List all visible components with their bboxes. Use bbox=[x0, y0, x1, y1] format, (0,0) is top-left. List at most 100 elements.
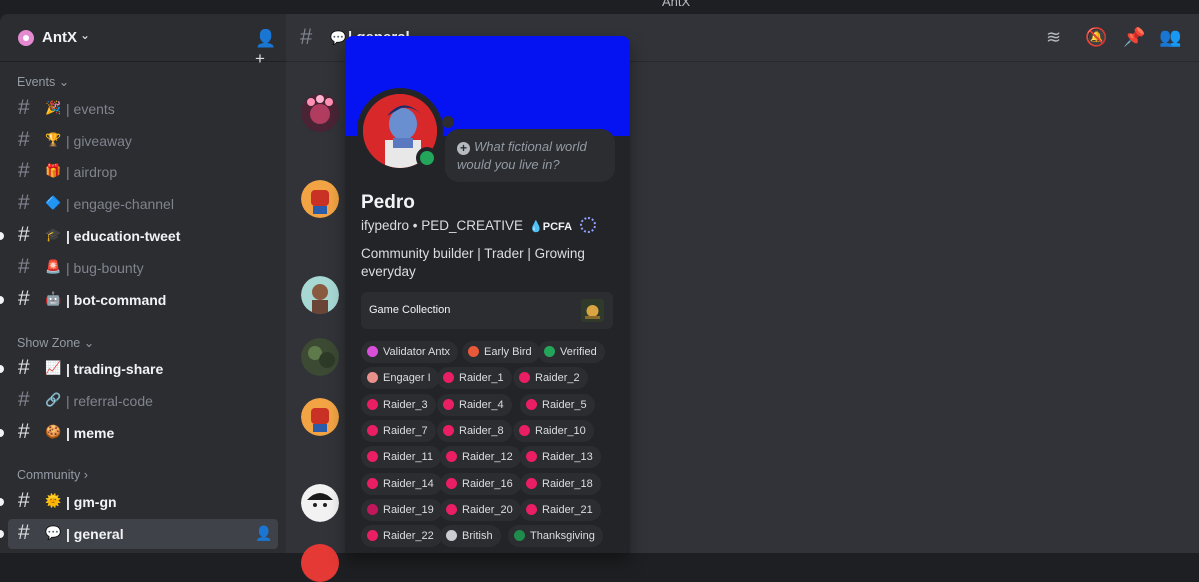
avatar[interactable] bbox=[301, 338, 339, 376]
robot-icon: 🤖 bbox=[45, 291, 62, 306]
hash-icon: # bbox=[18, 191, 30, 214]
speech-bubble-icon: 💬 bbox=[330, 30, 347, 45]
role-color-dot bbox=[367, 399, 378, 410]
channel-education-tweet[interactable]: # 🎓 | education-tweet bbox=[0, 221, 278, 251]
threads-icon[interactable]: ≋ bbox=[1046, 27, 1061, 48]
chevron-down-icon: ⌄ bbox=[80, 28, 91, 42]
channel-name: | meme bbox=[66, 425, 115, 441]
category-community[interactable]: Community › bbox=[17, 468, 88, 482]
gift-icon: 🎁 bbox=[45, 163, 62, 178]
role-color-dot bbox=[446, 530, 457, 541]
channel-name: | referral-code bbox=[66, 393, 153, 409]
role-pill[interactable]: Raider_8 bbox=[437, 420, 512, 442]
role-color-dot bbox=[544, 346, 555, 357]
role-pill[interactable]: Raider_16 bbox=[440, 473, 521, 495]
avatar[interactable] bbox=[301, 544, 339, 582]
role-pill[interactable]: Raider_21 bbox=[520, 499, 601, 521]
avatar[interactable] bbox=[301, 276, 339, 314]
member-list-icon[interactable]: 👥 bbox=[1159, 27, 1181, 48]
role-pill[interactable]: Raider_3 bbox=[361, 394, 436, 416]
role-color-dot bbox=[526, 478, 537, 489]
channel-trading-share[interactable]: # 📈 | trading-share bbox=[0, 354, 278, 384]
username-line: ifypedro • PED_CREATIVE 💧PCFA bbox=[361, 217, 597, 233]
role-name: Early Bird bbox=[484, 346, 532, 358]
role-pill[interactable]: Raider_18 bbox=[520, 473, 601, 495]
role-pill[interactable]: Verified bbox=[538, 341, 605, 363]
avatar-image bbox=[301, 180, 339, 218]
server-header[interactable]: AntX ⌄ 👤+ bbox=[0, 14, 286, 68]
role-pill[interactable]: Raider_22 bbox=[361, 525, 442, 547]
avatar[interactable] bbox=[301, 94, 339, 132]
channel-gm-gn[interactable]: # 🌞 | gm-gn bbox=[0, 487, 278, 517]
pin-icon[interactable]: 📌 bbox=[1123, 27, 1145, 48]
game-collection[interactable]: Game Collection bbox=[361, 292, 613, 329]
avatar[interactable] bbox=[301, 398, 339, 436]
channel-name: | bot-command bbox=[66, 292, 167, 308]
role-pill[interactable]: Raider_5 bbox=[520, 394, 595, 416]
add-member-icon[interactable]: 👤 bbox=[255, 525, 272, 542]
profile-avatar[interactable] bbox=[357, 88, 443, 174]
role-pill[interactable]: Raider_2 bbox=[513, 367, 588, 389]
party-icon: 🎉 bbox=[45, 100, 62, 115]
role-name: Raider_19 bbox=[383, 504, 434, 516]
role-pill[interactable]: Raider_14 bbox=[361, 473, 442, 495]
server-tag[interactable]: 💧PCFA bbox=[529, 220, 572, 233]
avatar-image bbox=[301, 94, 339, 132]
role-pill[interactable]: Raider_4 bbox=[437, 394, 512, 416]
trophy-icon: 🏆 bbox=[45, 132, 62, 147]
role-color-dot bbox=[367, 530, 378, 541]
unread-indicator bbox=[0, 429, 4, 437]
custom-status-note[interactable]: + What fictional world would you live in? bbox=[445, 129, 615, 182]
role-pill[interactable]: Raider_19 bbox=[361, 499, 442, 521]
channel-referral-code[interactable]: # 🔗 | referral-code bbox=[8, 386, 278, 416]
online-status-indicator bbox=[416, 147, 438, 169]
unread-indicator bbox=[0, 365, 4, 373]
role-pill[interactable]: Thanksgiving bbox=[508, 525, 603, 547]
role-name: Raider_2 bbox=[535, 372, 580, 384]
channel-airdrop[interactable]: # 🎁 | airdrop bbox=[8, 157, 278, 187]
avatar-image bbox=[301, 338, 339, 376]
role-pill[interactable]: Raider_7 bbox=[361, 420, 436, 442]
channel-engage[interactable]: # 🔷 | engage-channel bbox=[8, 189, 278, 219]
nitro-badge-icon[interactable] bbox=[580, 217, 597, 233]
role-name: Validator Antx bbox=[383, 346, 451, 358]
role-name: Engager I bbox=[383, 372, 431, 384]
role-pill[interactable]: Raider_12 bbox=[440, 446, 521, 468]
hash-icon: # bbox=[18, 128, 30, 151]
role-color-dot bbox=[526, 399, 537, 410]
avatar[interactable] bbox=[301, 180, 339, 218]
note-placeholder: What fictional world would you live in? bbox=[457, 139, 587, 172]
hash-icon: # bbox=[300, 24, 313, 49]
role-pill[interactable]: Raider_13 bbox=[520, 446, 601, 468]
category-show-zone[interactable]: Show Zone ⌄ bbox=[17, 335, 94, 350]
invite-people-icon[interactable]: 👤+ bbox=[255, 29, 286, 69]
channel-name: | general bbox=[66, 526, 124, 542]
role-name: Raider_3 bbox=[383, 399, 428, 411]
channel-sidebar: AntX ⌄ 👤+ Events ⌄ # 🎉 | events # 🏆 | giveaw… bbox=[0, 14, 286, 553]
category-events[interactable]: Events ⌄ bbox=[17, 74, 69, 89]
channel-meme[interactable]: # 🍪 | meme bbox=[0, 418, 278, 448]
server-tag-label: PCFA bbox=[542, 221, 573, 233]
role-pill[interactable]: Raider_11 bbox=[361, 446, 441, 468]
channel-events[interactable]: # 🎉 | events bbox=[8, 94, 278, 124]
role-pill[interactable]: Raider_20 bbox=[440, 499, 521, 521]
channel-bug-bounty[interactable]: # 🚨 | bug-bounty bbox=[8, 253, 278, 283]
mute-bell-icon[interactable]: 🔕 bbox=[1085, 27, 1107, 48]
role-name: Raider_4 bbox=[459, 399, 504, 411]
role-color-dot bbox=[446, 504, 457, 515]
hash-icon: # bbox=[18, 388, 30, 411]
avatar[interactable] bbox=[301, 484, 339, 522]
role-name: Raider_5 bbox=[542, 399, 587, 411]
game-thumbnail[interactable] bbox=[581, 299, 604, 322]
note-bubble-tail bbox=[442, 116, 454, 128]
role-color-dot bbox=[443, 372, 454, 383]
role-pill[interactable]: Raider_1 bbox=[437, 367, 512, 389]
channel-general[interactable]: # 💬 | general 👤 bbox=[0, 519, 278, 549]
role-pill[interactable]: British bbox=[440, 525, 501, 547]
role-pill[interactable]: Raider_10 bbox=[513, 420, 594, 442]
role-pill[interactable]: Early Bird bbox=[462, 341, 540, 363]
channel-giveaway[interactable]: # 🏆 | giveaway bbox=[8, 126, 278, 156]
channel-bot-command[interactable]: # 🤖 | bot-command bbox=[0, 285, 278, 315]
role-pill[interactable]: Validator Antx bbox=[361, 341, 459, 363]
role-pill[interactable]: Engager I bbox=[361, 367, 439, 389]
